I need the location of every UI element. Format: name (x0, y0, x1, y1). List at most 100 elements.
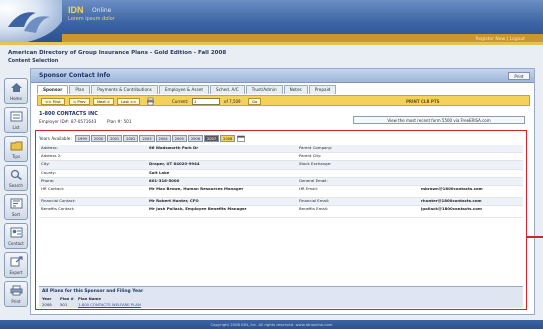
field-label: Benefits Contact: (41, 206, 75, 212)
sidebar-item-label: List (12, 125, 20, 130)
sidebar: Home List Tips Search Sort Contact Expor… (4, 78, 30, 310)
tab-plan[interactable]: Plan (69, 85, 91, 94)
tab-sched[interactable]: Sched. A/C (209, 85, 245, 94)
prev-record-button[interactable]: < Prev (69, 98, 90, 105)
go-button[interactable]: Go (248, 98, 262, 105)
record-info: PRINT CLR PTS (406, 99, 440, 104)
field-label: Financial Email: (299, 197, 330, 203)
plan-number: Plan #: 501 (107, 119, 132, 124)
year-button[interactable]: 2004 (155, 134, 171, 142)
year-button[interactable]: 2000 (90, 134, 107, 142)
current-record-input[interactable] (192, 98, 220, 105)
sponsor-name: 1-800 CONTACTS INC (39, 111, 98, 117)
sidebar-item-list[interactable]: List (4, 107, 28, 133)
record-navigation-bar: << First < Prev Next > Last >> Current: … (37, 95, 530, 106)
sidebar-item-tips[interactable]: Tips (4, 136, 28, 162)
sidebar-item-label: Export (9, 270, 23, 275)
email-link[interactable]: mbrown@1800contacts.com (421, 186, 483, 192)
table-row: Phone: 801-316-5000 General Email: (39, 177, 523, 186)
years-available: Years Available: 1999 2000 2001 2002 200… (39, 134, 246, 142)
field-label: Financial Contact: (41, 197, 76, 203)
table-row: County: Salt Lake (39, 170, 523, 178)
table-row: Benefits Contact: Mr Josh Pollack, Emplo… (39, 206, 523, 219)
plans-title: All Plans for this Sponsor and Filing Ye… (42, 289, 144, 294)
email-link[interactable]: jpollack@1800contacts.com (421, 207, 482, 212)
year-button[interactable]: 1999 (74, 134, 90, 142)
year-button-current[interactable]: 2008 (220, 134, 236, 142)
email-link[interactable]: rhunter@1800contacts.com (421, 198, 482, 204)
year-button[interactable]: 2005 (171, 134, 187, 142)
sidebar-item-search[interactable]: Search (4, 165, 28, 191)
publication-subtitle: Content Selection (8, 58, 59, 64)
folder-icon (10, 141, 23, 151)
table-row: Address 2: Parent City: (39, 153, 523, 162)
footer-text: Copyright 2008 IDN, Inc. All rights rese… (210, 322, 333, 327)
field-label: Benefits Email: (299, 206, 329, 212)
current-label: Current: (172, 99, 189, 104)
plan-name-link[interactable]: 1-800 CONTACTS WELFARE PLAN (78, 302, 141, 307)
tab-sponsor[interactable]: Sponsor (37, 85, 69, 94)
field-value: 66 Wadsworth Park Dr (149, 145, 199, 150)
sidebar-item-export[interactable]: Export (4, 252, 28, 278)
brand-title: IDN (68, 5, 84, 15)
table-row: Address: 66 Wadsworth Park Dr Parent Com… (39, 145, 523, 154)
field-label: Address 2: (41, 153, 62, 159)
sidebar-item-print[interactable]: Print (4, 281, 28, 307)
panel-header: Sponsor Contact Info Print (31, 69, 534, 83)
print-icon (10, 285, 23, 296)
sidebar-item-sort[interactable]: Sort (4, 194, 28, 220)
logo-icon (8, 12, 50, 33)
field-value: Mr Max Brown, Human Resources Manager (149, 185, 244, 191)
tab-employee-asset[interactable]: Employee & Asset (158, 85, 209, 94)
table-row: Financial Contact: Mr Robert Hunter, CFO… (39, 197, 523, 207)
publication-title: American Directory of Group Insurance Pl… (8, 50, 227, 56)
print-button[interactable]: Print (508, 72, 530, 80)
export-icon (10, 256, 23, 267)
sidebar-item-contact[interactable]: Contact (4, 223, 28, 249)
plans-header-row: Year Plan # Plan Name (42, 296, 101, 301)
field-label: Address: (41, 145, 58, 150)
view-form-5500-link[interactable]: View the most recent form 5500 via FreeE… (353, 116, 525, 124)
contact-details-table: Address: 66 Wadsworth Park Dr Parent Com… (39, 145, 523, 219)
contact-icon (10, 227, 23, 238)
calendar-icon[interactable] (237, 135, 246, 142)
sort-icon (10, 198, 23, 209)
tab-trust-admin[interactable]: Trust/Admin (245, 85, 283, 94)
search-icon (10, 169, 22, 180)
sidebar-item-label: Print (11, 299, 21, 304)
year-button-selected[interactable]: 2007 (204, 134, 220, 142)
record-tabs: Sponsor Plan Payments & Contributions Em… (37, 85, 337, 94)
years-label: Years Available: (39, 135, 72, 141)
first-record-button[interactable]: << First (41, 98, 65, 105)
next-record-button[interactable]: Next > (93, 98, 115, 105)
employer-id: Employer ID#: 87-0571643 (39, 119, 97, 124)
col-header-plan-name: Plan Name (78, 296, 101, 301)
field-value: Draper, UT 84020-9944 (149, 161, 200, 167)
field-value: Mr Robert Hunter, CFO (149, 197, 199, 203)
plan-year: 2008 (42, 302, 52, 307)
tab-prepaid[interactable]: Prepaid (308, 85, 337, 94)
sidebar-item-home[interactable]: Home (4, 78, 28, 104)
tab-payments[interactable]: Payments & Contributions (91, 85, 158, 94)
last-record-button[interactable]: Last >> (117, 98, 141, 105)
footer: Copyright 2008 IDN, Inc. All rights rese… (0, 320, 543, 329)
plans-section: All Plans for this Sponsor and Filing Ye… (39, 286, 523, 308)
list-icon (10, 111, 23, 122)
year-button[interactable]: 2002 (123, 134, 139, 142)
field-label: Phone: (41, 177, 55, 183)
field-label: Parent Company: (299, 145, 333, 150)
tab-notes[interactable]: Notes (283, 85, 308, 94)
field-value: Mr Josh Pollack, Employee Benefits Manag… (149, 206, 247, 212)
year-button[interactable]: 2001 (107, 134, 123, 142)
field-label: Stock Exchange: (299, 161, 332, 167)
sponsor-contact-panel: Sponsor Contact Info Print Sponsor Plan … (30, 68, 535, 315)
brand-subtitle: Online (92, 7, 112, 14)
year-button[interactable]: 2003 (139, 134, 155, 142)
print-small-icon[interactable] (146, 97, 155, 106)
field-label: HR Contact: (41, 185, 65, 191)
table-row: City: Draper, UT 84020-9944 Stock Exchan… (39, 161, 523, 170)
year-button[interactable]: 2006 (187, 134, 203, 142)
callout-line (526, 236, 543, 238)
panel-title: Sponsor Contact Info (39, 72, 111, 79)
field-label: HR Email: (299, 185, 318, 191)
